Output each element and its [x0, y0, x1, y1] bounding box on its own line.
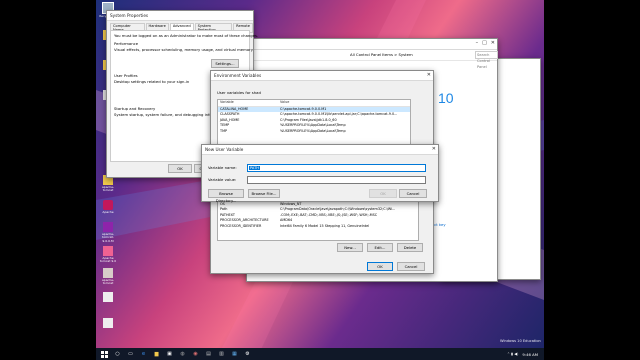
variable-value-label: Variable value:: [208, 177, 237, 182]
system-properties-titlebar: System Properties: [107, 11, 253, 21]
window-controls: ✕: [432, 146, 436, 152]
new-user-variable-dialog: New User Variable ✕ Variable name: PATH …: [201, 144, 439, 203]
ok-button[interactable]: OK: [369, 189, 397, 198]
app-icon[interactable]: ◍: [178, 350, 187, 359]
desktop-icon-file[interactable]: [99, 318, 117, 329]
env-vars-titlebar: Environment Variables ✕: [211, 71, 433, 81]
windows-edition-watermark: Windows 10 Education: [500, 339, 541, 343]
browse-file-button[interactable]: Browse File...: [248, 189, 280, 198]
variable-name-selected-text: PATH: [249, 166, 261, 170]
task-view-icon[interactable]: ▭: [126, 350, 135, 359]
performance-text: Visual effects, processor scheduling, me…: [114, 47, 253, 52]
user-variables-label: User variables for shad: [217, 90, 261, 95]
admin-notice: You must be logged on as an Administrato…: [114, 33, 259, 38]
desktop-icon-file[interactable]: [99, 292, 117, 303]
file-explorer-icon[interactable]: ▆: [152, 350, 161, 359]
store-icon[interactable]: ▣: [165, 350, 174, 359]
column-header-value[interactable]: Value: [280, 100, 410, 106]
cell-value: %USERPROFILE%\AppData\Local\Temp: [280, 128, 346, 133]
variable-name-input[interactable]: PATH: [247, 164, 426, 172]
cell-value: Intel64 Family 6 Model 15 Stepping 11, G…: [280, 223, 370, 228]
startup-header: Startup and Recovery: [114, 106, 156, 111]
desktop-icon-label: Apache: [102, 210, 114, 214]
app-icon[interactable]: ▥: [217, 350, 226, 359]
variable-value-input[interactable]: [247, 176, 426, 184]
window-title: System Properties: [110, 13, 149, 18]
close-icon[interactable]: ✕: [427, 72, 431, 78]
control-panel-titlebar: – □ ✕: [247, 39, 497, 50]
taskbar: ○ ▭ e ▆ ▣ ◍ ◉ ▤ ▥ ▦ ⚙ ⌃ ▮ ◀) 9:46 AM: [96, 348, 544, 360]
system-tray-icons[interactable]: ⌃ ▮ ◀): [507, 352, 518, 356]
desktop-icon-label: apache-tomcat: [101, 278, 115, 286]
shortcut-icon: [103, 246, 113, 256]
apache-icon: [103, 200, 113, 210]
desktop-icon-label: apache-tomcat-9.0.0.M: [101, 232, 115, 243]
file-icon: [103, 268, 113, 278]
search-input[interactable]: Search Control Panel: [475, 51, 498, 69]
breadcrumb[interactable]: All Control Panel Items > System: [350, 52, 413, 57]
new-system-variable-button[interactable]: New...: [337, 243, 363, 252]
delete-system-variable-button[interactable]: Delete: [397, 243, 423, 252]
close-icon[interactable]: ✕: [491, 40, 495, 46]
user-profiles-text: Desktop settings related to your sign-in: [114, 79, 190, 84]
search-icon[interactable]: ○: [113, 350, 122, 359]
window-controls: ✕: [427, 72, 431, 78]
user-profiles-header: User Profiles: [114, 73, 138, 78]
settings-icon[interactable]: ⚙: [243, 350, 252, 359]
browse-directory-button[interactable]: Browse Directory...: [208, 189, 244, 203]
clock[interactable]: 9:46 AM: [522, 352, 538, 357]
close-icon[interactable]: ✕: [432, 146, 436, 152]
variable-name-label: Variable name:: [208, 165, 237, 170]
performance-settings-button[interactable]: Settings...: [211, 59, 239, 68]
archive-icon: [103, 222, 113, 232]
cancel-button[interactable]: Cancel: [399, 189, 427, 198]
edge-browser-icon[interactable]: e: [139, 350, 148, 359]
window-controls: – □ ✕: [476, 40, 495, 46]
windows-logo-icon: [101, 350, 108, 358]
app-icon[interactable]: ◉: [191, 350, 200, 359]
window-title: Environment Variables: [214, 73, 262, 78]
desktop-icon-apache[interactable]: Apache: [99, 200, 117, 214]
performance-header: Performance: [114, 41, 139, 46]
ok-button[interactable]: OK: [367, 262, 393, 271]
desktop-screen: Recycle Bin apache-tomcat Apache apache-…: [96, 0, 544, 360]
cell-variable: TMP: [220, 128, 228, 133]
cancel-button[interactable]: Cancel: [397, 262, 425, 271]
window-title: New User Variable: [205, 147, 244, 152]
user-variables-list[interactable]: Variable Value CATALINA_HOME C:\apache-to…: [217, 99, 411, 145]
address-bar: All Control Panel Items > System Search …: [247, 50, 498, 69]
desktop-icon-label: Apache tomcat 9.0: [99, 256, 117, 264]
desktop-icon-tomcat-archive[interactable]: apache-tomcat-9.0.0.M: [99, 222, 117, 243]
table-row[interactable]: PROCESSOR_IDENTIFIER Intel64 Family 6 Mod…: [218, 224, 418, 230]
start-button[interactable]: [100, 350, 109, 359]
column-header-variable[interactable]: Variable: [218, 100, 280, 106]
desktop-icon-tomcat-shortcut[interactable]: Apache tomcat 9.0: [99, 246, 117, 264]
file-icon: [103, 318, 113, 328]
ok-button[interactable]: OK: [168, 164, 192, 173]
control-panel-icon[interactable]: ▦: [230, 350, 239, 359]
maximize-icon[interactable]: □: [482, 40, 487, 46]
file-icon: [103, 292, 113, 302]
table-row[interactable]: TMP %USERPROFILE%\AppData\Local\Temp: [218, 129, 410, 135]
new-user-variable-titlebar: New User Variable ✕: [202, 145, 438, 155]
app-icon[interactable]: ▤: [204, 350, 213, 359]
desktop-icon-tomcat-2[interactable]: apache-tomcat: [99, 268, 117, 286]
minimize-icon[interactable]: –: [476, 40, 479, 46]
edit-system-variable-button[interactable]: Edit...: [367, 243, 393, 252]
list-header: Variable Value: [218, 100, 410, 107]
desktop-icon-label: apache-tomcat: [101, 185, 115, 193]
cell-variable: PROCESSOR_IDENTIFIER: [220, 223, 262, 228]
